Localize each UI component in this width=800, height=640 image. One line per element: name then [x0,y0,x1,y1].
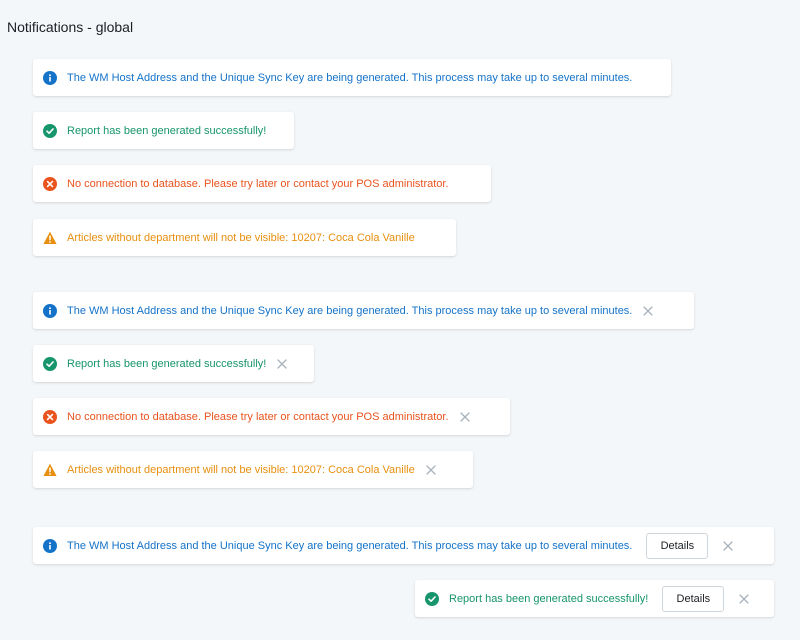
success-notification-with-details: Report has been generated successfully! … [415,580,774,617]
info-notification-with-details: The WM Host Address and the Unique Sync … [33,527,774,564]
warning-notification: Articles without department will not be … [33,219,456,256]
check-circle-icon [43,123,57,138]
close-icon[interactable] [738,593,750,605]
error-notification-dismissible: No connection to database. Please try la… [33,398,510,435]
notification-message: No connection to database. Please try la… [67,177,449,190]
notification-message: Report has been generated successfully! [449,592,649,605]
info-notification: The WM Host Address and the Unique Sync … [33,59,671,96]
close-icon[interactable] [722,540,734,552]
details-button[interactable]: Details [646,532,709,559]
check-circle-icon [425,591,439,606]
notification-message: Report has been generated successfully! [67,357,267,370]
info-icon [43,538,57,553]
x-circle-icon [43,409,57,424]
x-circle-icon [43,176,57,191]
page-title: Notifications - global [7,19,134,35]
warning-triangle-icon [43,463,57,477]
details-button[interactable]: Details [662,585,725,612]
notification-message: The WM Host Address and the Unique Sync … [67,71,633,84]
notification-message: Articles without department will not be … [67,463,415,476]
close-icon[interactable] [276,358,288,370]
notification-message: Articles without department will not be … [67,231,415,244]
success-notification-dismissible: Report has been generated successfully! [33,345,314,382]
notification-message: The WM Host Address and the Unique Sync … [67,304,633,317]
close-icon[interactable] [642,305,654,317]
check-circle-icon [43,356,57,371]
notification-message: Report has been generated successfully! [67,124,267,137]
info-icon [43,303,57,318]
notification-message: The WM Host Address and the Unique Sync … [67,539,633,552]
success-notification: Report has been generated successfully! [33,112,294,149]
close-icon[interactable] [459,411,471,423]
error-notification: No connection to database. Please try la… [33,165,491,202]
warning-triangle-icon [43,231,57,245]
warning-notification-dismissible: Articles without department will not be … [33,451,473,488]
close-icon[interactable] [425,464,437,476]
info-icon [43,70,57,85]
notification-message: No connection to database. Please try la… [67,410,449,423]
info-notification-dismissible: The WM Host Address and the Unique Sync … [33,292,694,329]
